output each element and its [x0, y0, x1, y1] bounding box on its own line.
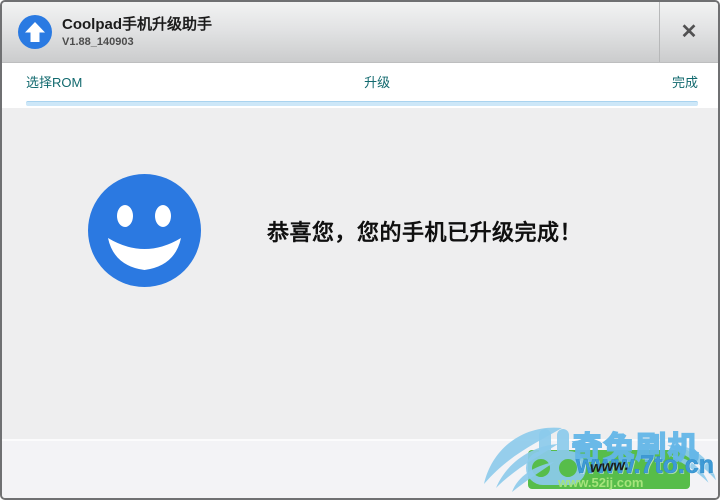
close-icon: ✕	[680, 21, 698, 43]
title-block: Coolpad手机升级助手 V1.88_140903	[62, 16, 212, 49]
watermark-alt-url: www.52ij.com	[558, 475, 644, 490]
smiley-face-icon	[88, 174, 201, 287]
upgrade-arrow-icon	[18, 15, 52, 49]
watermark-overlay-text: www.	[589, 456, 630, 477]
titlebar: Coolpad手机升级助手 V1.88_140903 ✕	[2, 2, 718, 63]
step-upgrade[interactable]: 升级	[364, 72, 390, 91]
close-button[interactable]: ✕	[659, 2, 718, 62]
success-message: 恭喜您，您的手机已升级完成！	[267, 219, 583, 245]
step-finish[interactable]: 完成	[672, 72, 698, 91]
app-window: Coolpad手机升级助手 V1.88_140903 ✕ 选择ROM 升级 完成…	[0, 0, 720, 500]
step-nav: 选择ROM 升级 完成	[2, 63, 718, 108]
content-area: 恭喜您，您的手机已升级完成！	[2, 108, 718, 441]
progress-bar	[26, 101, 698, 106]
step-select-rom[interactable]: 选择ROM	[26, 72, 82, 91]
app-title: Coolpad手机升级助手	[62, 15, 212, 33]
app-version: V1.88_140903	[62, 35, 134, 48]
watermark: 奇兔刷机 www.7to.cn www. www.52ij.com	[484, 420, 716, 496]
hero-row: 恭喜您，您的手机已升级完成！	[2, 108, 718, 353]
